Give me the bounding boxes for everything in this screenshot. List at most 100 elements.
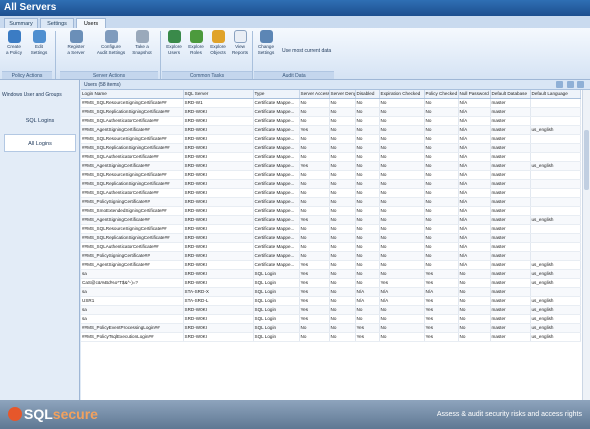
table-cell: No — [379, 233, 425, 243]
table-row[interactable]: ##MS_SQLResourceSigningCertificate## SRD-… — [81, 134, 581, 144]
view-reports-button[interactable]: View Reports — [228, 30, 252, 70]
column-header[interactable]: Null Password — [458, 90, 491, 99]
edit-settings-button[interactable]: Edit Settings — [27, 30, 51, 70]
column-header[interactable]: Server Deny — [329, 90, 356, 99]
explore-roles-button[interactable]: Explore Roles — [184, 30, 208, 70]
table-cell: No — [355, 197, 380, 207]
table-cell: No — [355, 278, 380, 288]
nav-all-logins[interactable]: All Logins — [4, 134, 76, 152]
tab-summary[interactable]: Summary — [4, 18, 38, 28]
explore-users-button[interactable]: Explore Users — [162, 30, 186, 70]
nav-windows-user-groups[interactable]: Windows User and Groups — [2, 92, 62, 98]
table-cell: No — [329, 314, 356, 324]
take-snapshot-button[interactable]: Take a Snapshot — [130, 30, 154, 70]
table-cell: SRD-W0KI — [183, 152, 254, 162]
table-row[interactable]: ##MS_SQLAuthenticatorCertificate## SRD-W0… — [81, 188, 581, 198]
table-row[interactable]: CaS@c&%Bd%o*T$&^-)=? SRD-W0KI SQL Login Yes… — [81, 278, 581, 288]
table-row[interactable]: ##MS_SQLAuthenticatorCertificate## SRD-W0… — [81, 116, 581, 126]
filter-icon[interactable] — [556, 81, 564, 88]
column-header[interactable]: Server Access — [299, 90, 330, 99]
table-cell — [530, 287, 581, 297]
table-cell: N/A — [379, 296, 425, 306]
table-cell: No — [379, 116, 425, 126]
explore-objects-button[interactable]: Explore Objects — [206, 30, 230, 70]
vertical-scrollbar[interactable] — [582, 90, 590, 400]
table-cell: No — [424, 197, 459, 207]
explore-roles-icon — [189, 30, 203, 43]
users-table: Login Name SQL Server Type Server Access Ser… — [81, 90, 581, 342]
table-row[interactable]: ##MS_AgentSigningCertificate## SRD-W0KI Ce… — [81, 260, 581, 270]
table-row[interactable]: ##MS_SmoExtendedSigningCertificate## SRD-… — [81, 206, 581, 216]
tab-users[interactable]: Users — [76, 18, 106, 28]
table-row[interactable]: ##MS_SQLReplicationSigningCertificate## S… — [81, 143, 581, 153]
table-cell: No — [355, 305, 380, 315]
table-cell: No — [355, 125, 380, 135]
table-cell — [530, 197, 581, 207]
table-row[interactable]: ##MS_SQLReplicationSigningCertificate## S… — [81, 233, 581, 243]
table-row[interactable]: ##MS_SQLAuthenticatorCertificate## SRD-W0… — [81, 242, 581, 252]
table-cell: Yes — [299, 305, 330, 315]
table-cell: No — [355, 215, 380, 225]
table-cell: No — [355, 233, 380, 243]
table-row[interactable]: ##MS_PolicyEventProcessingLogin## SRD-W0K… — [81, 323, 581, 333]
column-header[interactable]: Default Database — [490, 90, 531, 99]
table-row[interactable]: ##MS_SQLAuthenticatorCertificate## SRD-W0… — [81, 152, 581, 162]
table-cell: ##MS_SQLResourceSigningCertificate## — [81, 170, 184, 180]
table-cell: master — [490, 260, 531, 270]
print-icon[interactable] — [577, 81, 584, 88]
audit-data-selector[interactable]: Use most current data — [282, 48, 331, 54]
table-cell: sa — [81, 314, 184, 324]
table-row[interactable]: ##MS_AgentSigningCertificate## SRD-W0KI Ce… — [81, 215, 581, 225]
table-cell: SRD-W0KI — [183, 170, 254, 180]
table-cell: N/A — [458, 215, 491, 225]
table-row[interactable]: ##MS_PolicySigningCertificate## SRD-W0KI C… — [81, 251, 581, 261]
table-row[interactable]: ##MS_SQLReplicationSigningCertificate## S… — [81, 179, 581, 189]
column-header[interactable]: SQL Server — [183, 90, 254, 99]
column-header[interactable]: Expiration Checked — [379, 90, 425, 99]
table-row[interactable]: ##MS_PolicySigningCertificate## SRD-W0KI C… — [81, 197, 581, 207]
table-row[interactable]: sa SRD-W0KI SQL Login Yes No No No Yes No master u… — [81, 305, 581, 315]
table-cell: Yes — [424, 269, 459, 279]
create-policy-button[interactable]: Create a Policy — [2, 30, 26, 70]
table-cell: ##MS_AgentSigningCertificate## — [81, 260, 184, 270]
table-row[interactable]: ##MS_SQLReplicationSigningCertificate## S… — [81, 107, 581, 117]
table-cell: ##MS_PolicySigningCertificate## — [81, 197, 184, 207]
table-row[interactable]: ##MS_AgentSigningCertificate## SRD-W0KI Ce… — [81, 161, 581, 171]
table-cell: Certificate Mappe... — [253, 152, 300, 162]
create-policy-icon — [7, 30, 21, 43]
table-cell: No — [355, 269, 380, 279]
table-cell: No — [299, 152, 330, 162]
table-row[interactable]: sa STA-SRD-X SQL Login Yes No N/A N/A N/A No mast… — [81, 287, 581, 297]
table-row[interactable]: ##MS_PolicyTsqlExecutionLogin## SRD-W0KI S… — [81, 332, 581, 342]
table-cell: SRD-W0KI — [183, 323, 254, 333]
nav-sql-logins[interactable]: SQL Logins — [4, 112, 76, 130]
column-header[interactable]: Policy Checked — [424, 90, 459, 99]
table-cell: master — [490, 215, 531, 225]
table-row[interactable]: sa SRD-W0KI SQL Login Yes No No No Yes No master u… — [81, 314, 581, 324]
explore-users-label-2: Users — [168, 49, 180, 55]
table-cell: master — [490, 125, 531, 135]
table-row[interactable]: sa SRD-W0KI SQL Login Yes No No No Yes No master u… — [81, 269, 581, 279]
scrollbar-thumb[interactable] — [584, 130, 589, 190]
configure-audit-button[interactable]: Configure Audit Settings — [96, 30, 126, 70]
table-cell: No — [299, 107, 330, 117]
column-header[interactable]: Disabled — [355, 90, 380, 99]
register-server-button[interactable]: Register a Server — [64, 30, 88, 70]
table-cell: No — [329, 323, 356, 333]
change-settings-button[interactable]: Change Settings — [254, 30, 278, 70]
table-row[interactable]: ##MS_AgentSigningCertificate## SRD-W0KI Ce… — [81, 125, 581, 135]
table-row[interactable]: USR1 STA-SRD-L SQL Login Yes No N/A N/A Yes No ma… — [81, 296, 581, 306]
table-cell: No — [329, 251, 356, 261]
table-row[interactable]: ##MS_SQLResourceSigningCertificate## SRD-… — [81, 170, 581, 180]
table-row[interactable]: ##MS_SQLResourceSigningCertificate## SRD-… — [81, 224, 581, 234]
table-cell: N/A — [458, 125, 491, 135]
tab-settings[interactable]: Settings — [40, 18, 74, 28]
export-icon[interactable] — [566, 81, 574, 88]
table-row[interactable]: ##MS_SQLResourceSigningCertificate## SRD-… — [81, 98, 581, 108]
table-cell: master — [490, 152, 531, 162]
table-cell: master — [490, 170, 531, 180]
column-header[interactable]: Type — [253, 90, 300, 99]
table-cell: No — [424, 134, 459, 144]
view-reports-icon — [233, 30, 247, 43]
column-header[interactable]: Login Name — [81, 90, 184, 99]
